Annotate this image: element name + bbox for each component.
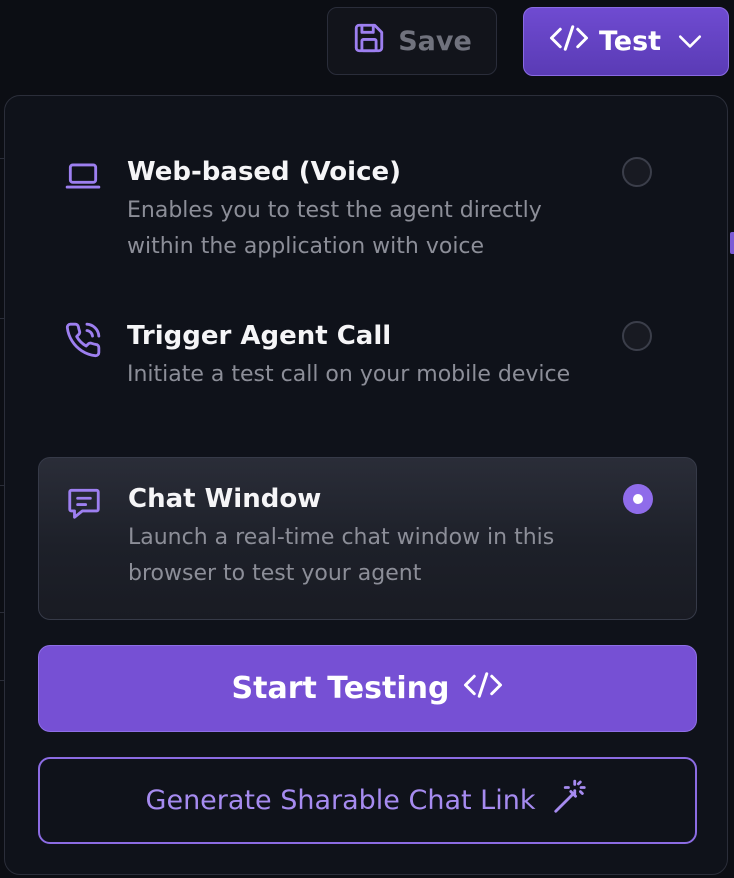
option-chat-window[interactable]: Chat Window Launch a real-time chat wind… — [38, 457, 697, 620]
save-icon — [352, 21, 386, 62]
start-testing-label: Start Testing — [231, 671, 450, 706]
save-label: Save — [398, 25, 472, 57]
option-description: Initiate a test call on your mobile devi… — [127, 362, 571, 387]
chevron-down-icon — [671, 26, 703, 57]
app-background: Save Test Web-based (Voice) Enables you … — [0, 0, 734, 878]
start-testing-button[interactable]: Start Testing — [38, 645, 697, 732]
test-options-dropdown: Web-based (Voice) Enables you to test th… — [4, 95, 728, 875]
test-label: Test — [598, 26, 662, 57]
option-title: Web-based (Voice) — [127, 157, 402, 187]
option-trigger-agent-call[interactable]: Trigger Agent Call Initiate a test call … — [38, 295, 697, 435]
generate-share-link-button[interactable]: Generate Sharable Chat Link — [38, 757, 697, 844]
option-title: Chat Window — [128, 484, 322, 514]
phone-call-icon — [64, 321, 104, 361]
share-link-label: Generate Sharable Chat Link — [145, 785, 536, 816]
laptop-icon — [64, 157, 104, 197]
option-web-based-voice[interactable]: Web-based (Voice) Enables you to test th… — [38, 131, 697, 271]
radio-web-based-voice[interactable] — [622, 157, 652, 187]
option-description: Launch a real-time chat window in this b… — [128, 525, 555, 586]
save-button[interactable]: Save — [327, 7, 497, 75]
radio-trigger-agent-call[interactable] — [622, 321, 652, 351]
magic-wand-icon — [551, 778, 589, 823]
option-title: Trigger Agent Call — [127, 321, 392, 351]
test-dropdown-button[interactable]: Test — [523, 7, 729, 76]
radio-chat-window-selected[interactable] — [623, 484, 653, 514]
code-icon — [463, 670, 503, 708]
chat-icon — [65, 484, 105, 524]
option-description: Enables you to test the agent directly w… — [127, 198, 542, 259]
code-icon — [549, 23, 589, 60]
background-accent-marker — [730, 232, 734, 254]
